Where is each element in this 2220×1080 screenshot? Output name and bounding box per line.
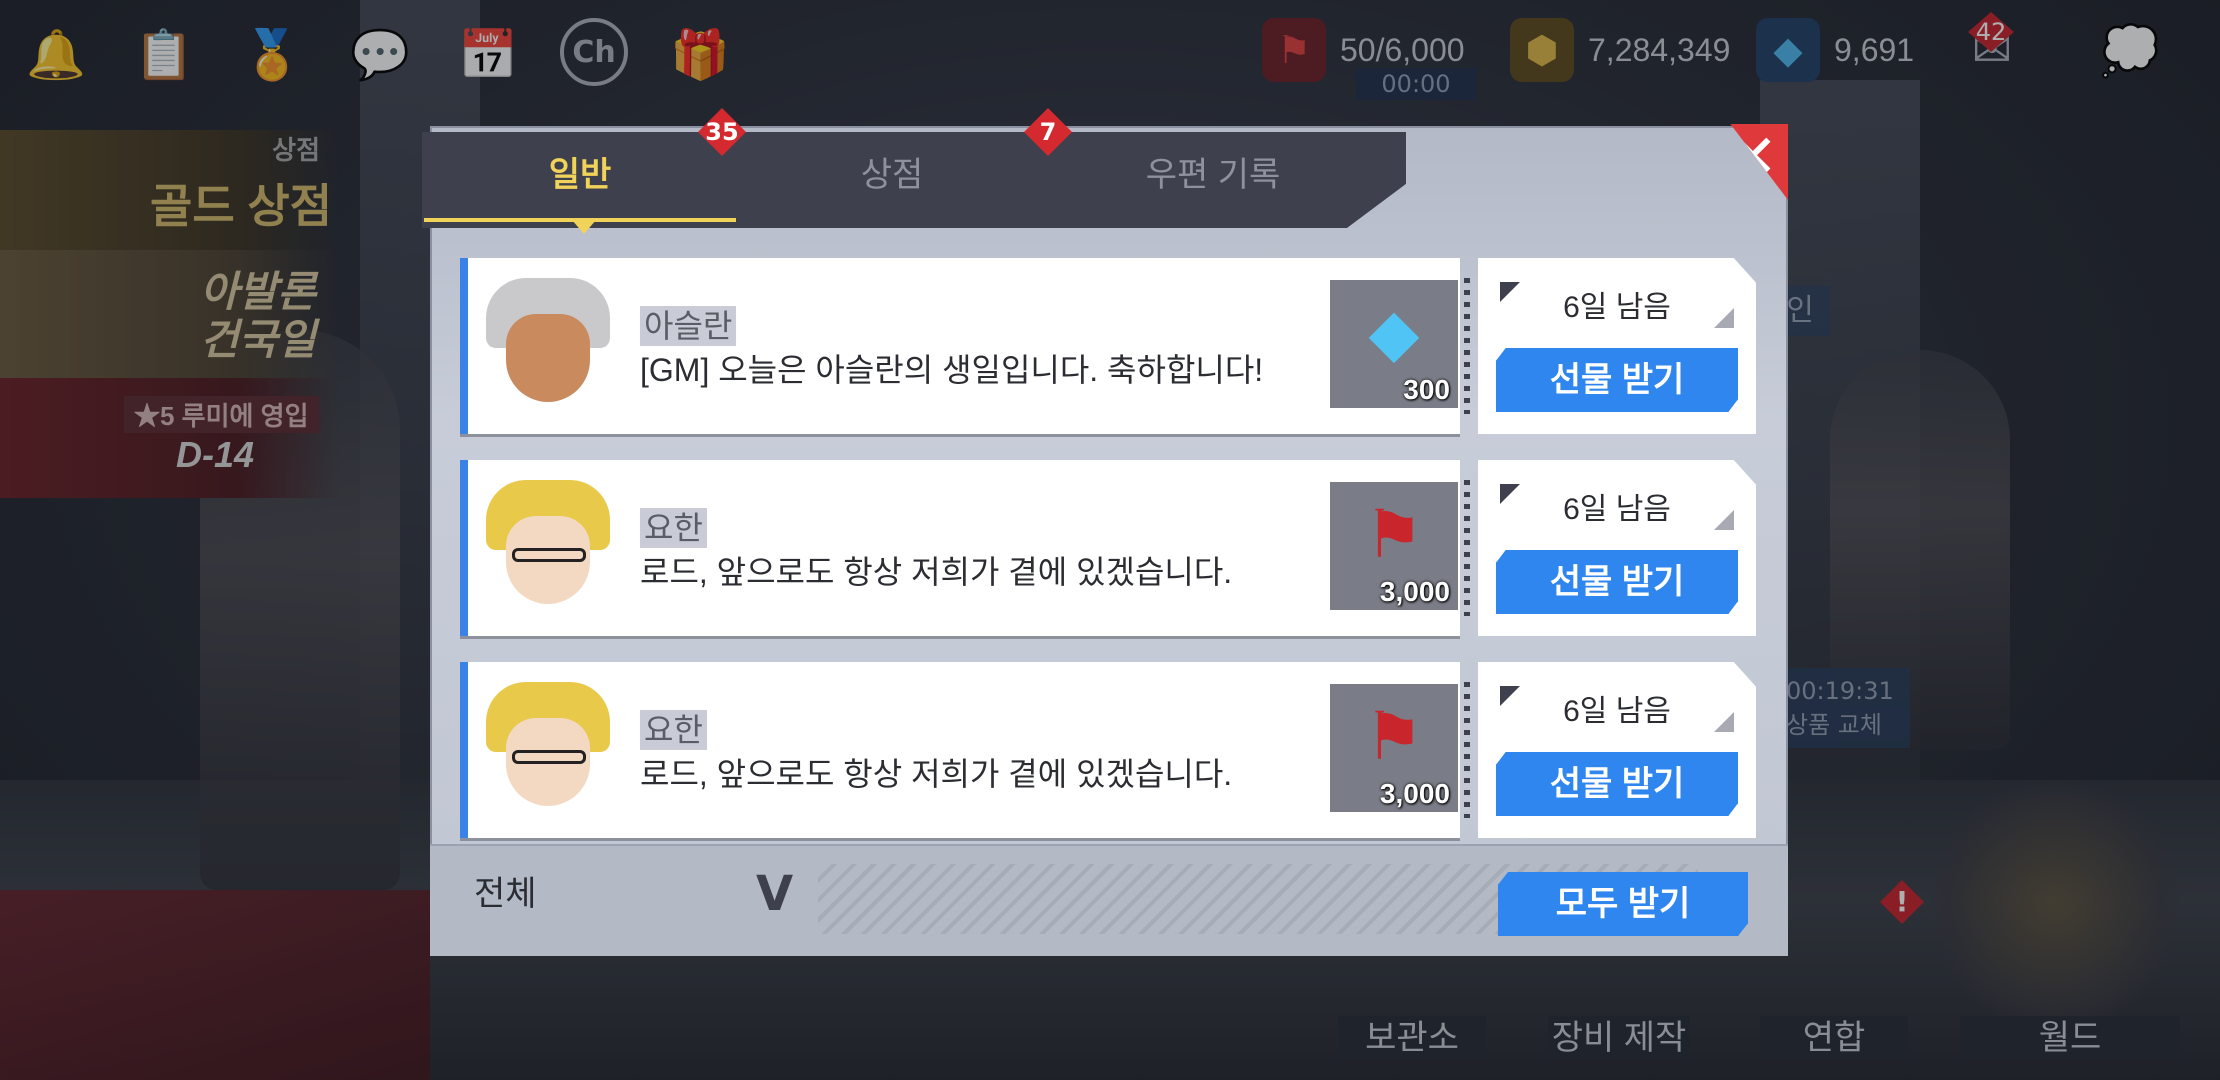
receive-gift-button[interactable]: 선물 받기 — [1496, 550, 1738, 614]
sender-avatar — [486, 682, 610, 818]
remaining-time: 6일 남음 — [1563, 493, 1671, 526]
mail-sender: 아슬란 — [640, 306, 737, 346]
sender-avatar — [486, 480, 610, 616]
mail-action-panel: 6일 남음 선물 받기 — [1478, 258, 1756, 434]
receive-gift-button[interactable]: 선물 받기 — [1496, 752, 1738, 816]
mail-message: 로드, 앞으로도 항상 저희가 곁에 있겠습니다. — [640, 554, 1233, 590]
mail-card[interactable]: 요한 로드, 앞으로도 항상 저희가 곁에 있겠습니다. ⚑ 3,000 — [460, 460, 1460, 636]
sender-avatar — [486, 278, 610, 414]
reward-item[interactable]: ◆ 300 — [1330, 280, 1458, 408]
mail-item: 요한 로드, 앞으로도 항상 저희가 곁에 있겠습니다. ⚑ 3,000 6일 … — [460, 460, 1756, 636]
filter-label[interactable]: 전체 — [474, 866, 537, 915]
mail-card[interactable]: 요한 로드, 앞으로도 항상 저희가 곁에 있겠습니다. ⚑ 3,000 — [460, 662, 1460, 838]
mail-card[interactable]: 아슬란 [GM] 오늘은 아슬란의 생일입니다. 축하합니다! ◆ 300 — [460, 258, 1460, 434]
reward-quantity: 3,000 — [1379, 576, 1450, 607]
receive-all-button[interactable]: 모두 받기 — [1498, 872, 1748, 936]
tab-mail-history[interactable]: 우편 기록 — [1048, 132, 1378, 218]
stamina-flag-icon: ⚑ — [1364, 698, 1424, 775]
mailbox-dialog: 일반 상점 우편 기록 35 7 ✕ 아슬란 [GM] 오늘은 아슬란의 생일입… — [422, 108, 1788, 956]
card-divider — [1464, 682, 1470, 818]
card-divider — [1464, 480, 1470, 616]
stamina-flag-icon: ⚑ — [1364, 496, 1424, 573]
mail-sender: 요한 — [640, 710, 707, 750]
tab-shop[interactable]: 상점 — [736, 132, 1048, 218]
reward-quantity: 3,000 — [1379, 778, 1450, 809]
mail-action-panel: 6일 남음 선물 받기 — [1478, 662, 1756, 838]
mail-item: 요한 로드, 앞으로도 항상 저희가 곁에 있겠습니다. ⚑ 3,000 6일 … — [460, 662, 1756, 838]
tab-general[interactable]: 일반 — [424, 132, 736, 218]
reward-item[interactable]: ⚑ 3,000 — [1330, 684, 1458, 812]
mail-item: 아슬란 [GM] 오늘은 아슬란의 생일입니다. 축하합니다! ◆ 300 6일… — [460, 258, 1756, 434]
mail-message: 로드, 앞으로도 항상 저희가 곁에 있겠습니다. — [640, 756, 1233, 792]
mail-action-panel: 6일 남음 선물 받기 — [1478, 460, 1756, 636]
active-tab-arrow-icon — [572, 220, 596, 234]
mail-message: [GM] 오늘은 아슬란의 생일입니다. 축하합니다! — [640, 352, 1264, 388]
receive-gift-button[interactable]: 선물 받기 — [1496, 348, 1738, 412]
chevron-down-icon[interactable]: V — [756, 866, 793, 922]
remaining-time: 6일 남음 — [1563, 695, 1671, 728]
crystal-icon: ◆ — [1368, 294, 1420, 371]
mail-list: 아슬란 [GM] 오늘은 아슬란의 생일입니다. 축하합니다! ◆ 300 6일… — [460, 258, 1756, 854]
card-divider — [1464, 278, 1470, 414]
reward-quantity: 300 — [1403, 374, 1450, 405]
mail-sender: 요한 — [640, 508, 707, 548]
remaining-time: 6일 남음 — [1563, 291, 1671, 324]
reward-item[interactable]: ⚑ 3,000 — [1330, 482, 1458, 610]
